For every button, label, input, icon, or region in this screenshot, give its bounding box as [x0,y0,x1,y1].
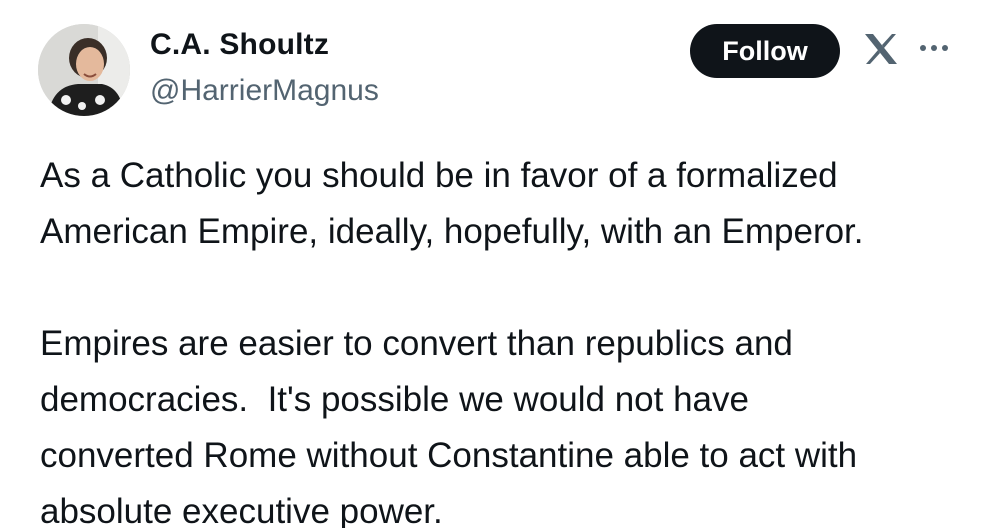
dot-icon [942,45,948,51]
avatar-image-icon [38,24,130,116]
more-options-icon[interactable] [920,40,962,56]
author-avatar[interactable] [38,24,130,116]
tweet-card: C.A. Shoultz @HarrierMagnus Follow As a … [0,0,1000,528]
x-logo-icon[interactable] [862,30,900,68]
follow-button[interactable]: Follow [690,24,840,78]
author-handle[interactable]: @HarrierMagnus [150,74,379,108]
tweet-paragraph: As a Catholic you should be in favor of … [40,156,864,251]
author-display-name[interactable]: C.A. Shoultz [150,28,329,62]
dot-icon [920,45,926,51]
tweet-text: As a Catholic you should be in favor of … [40,148,980,528]
dot-icon [931,45,937,51]
tweet-paragraph: Empires are easier to convert than repub… [40,324,858,528]
